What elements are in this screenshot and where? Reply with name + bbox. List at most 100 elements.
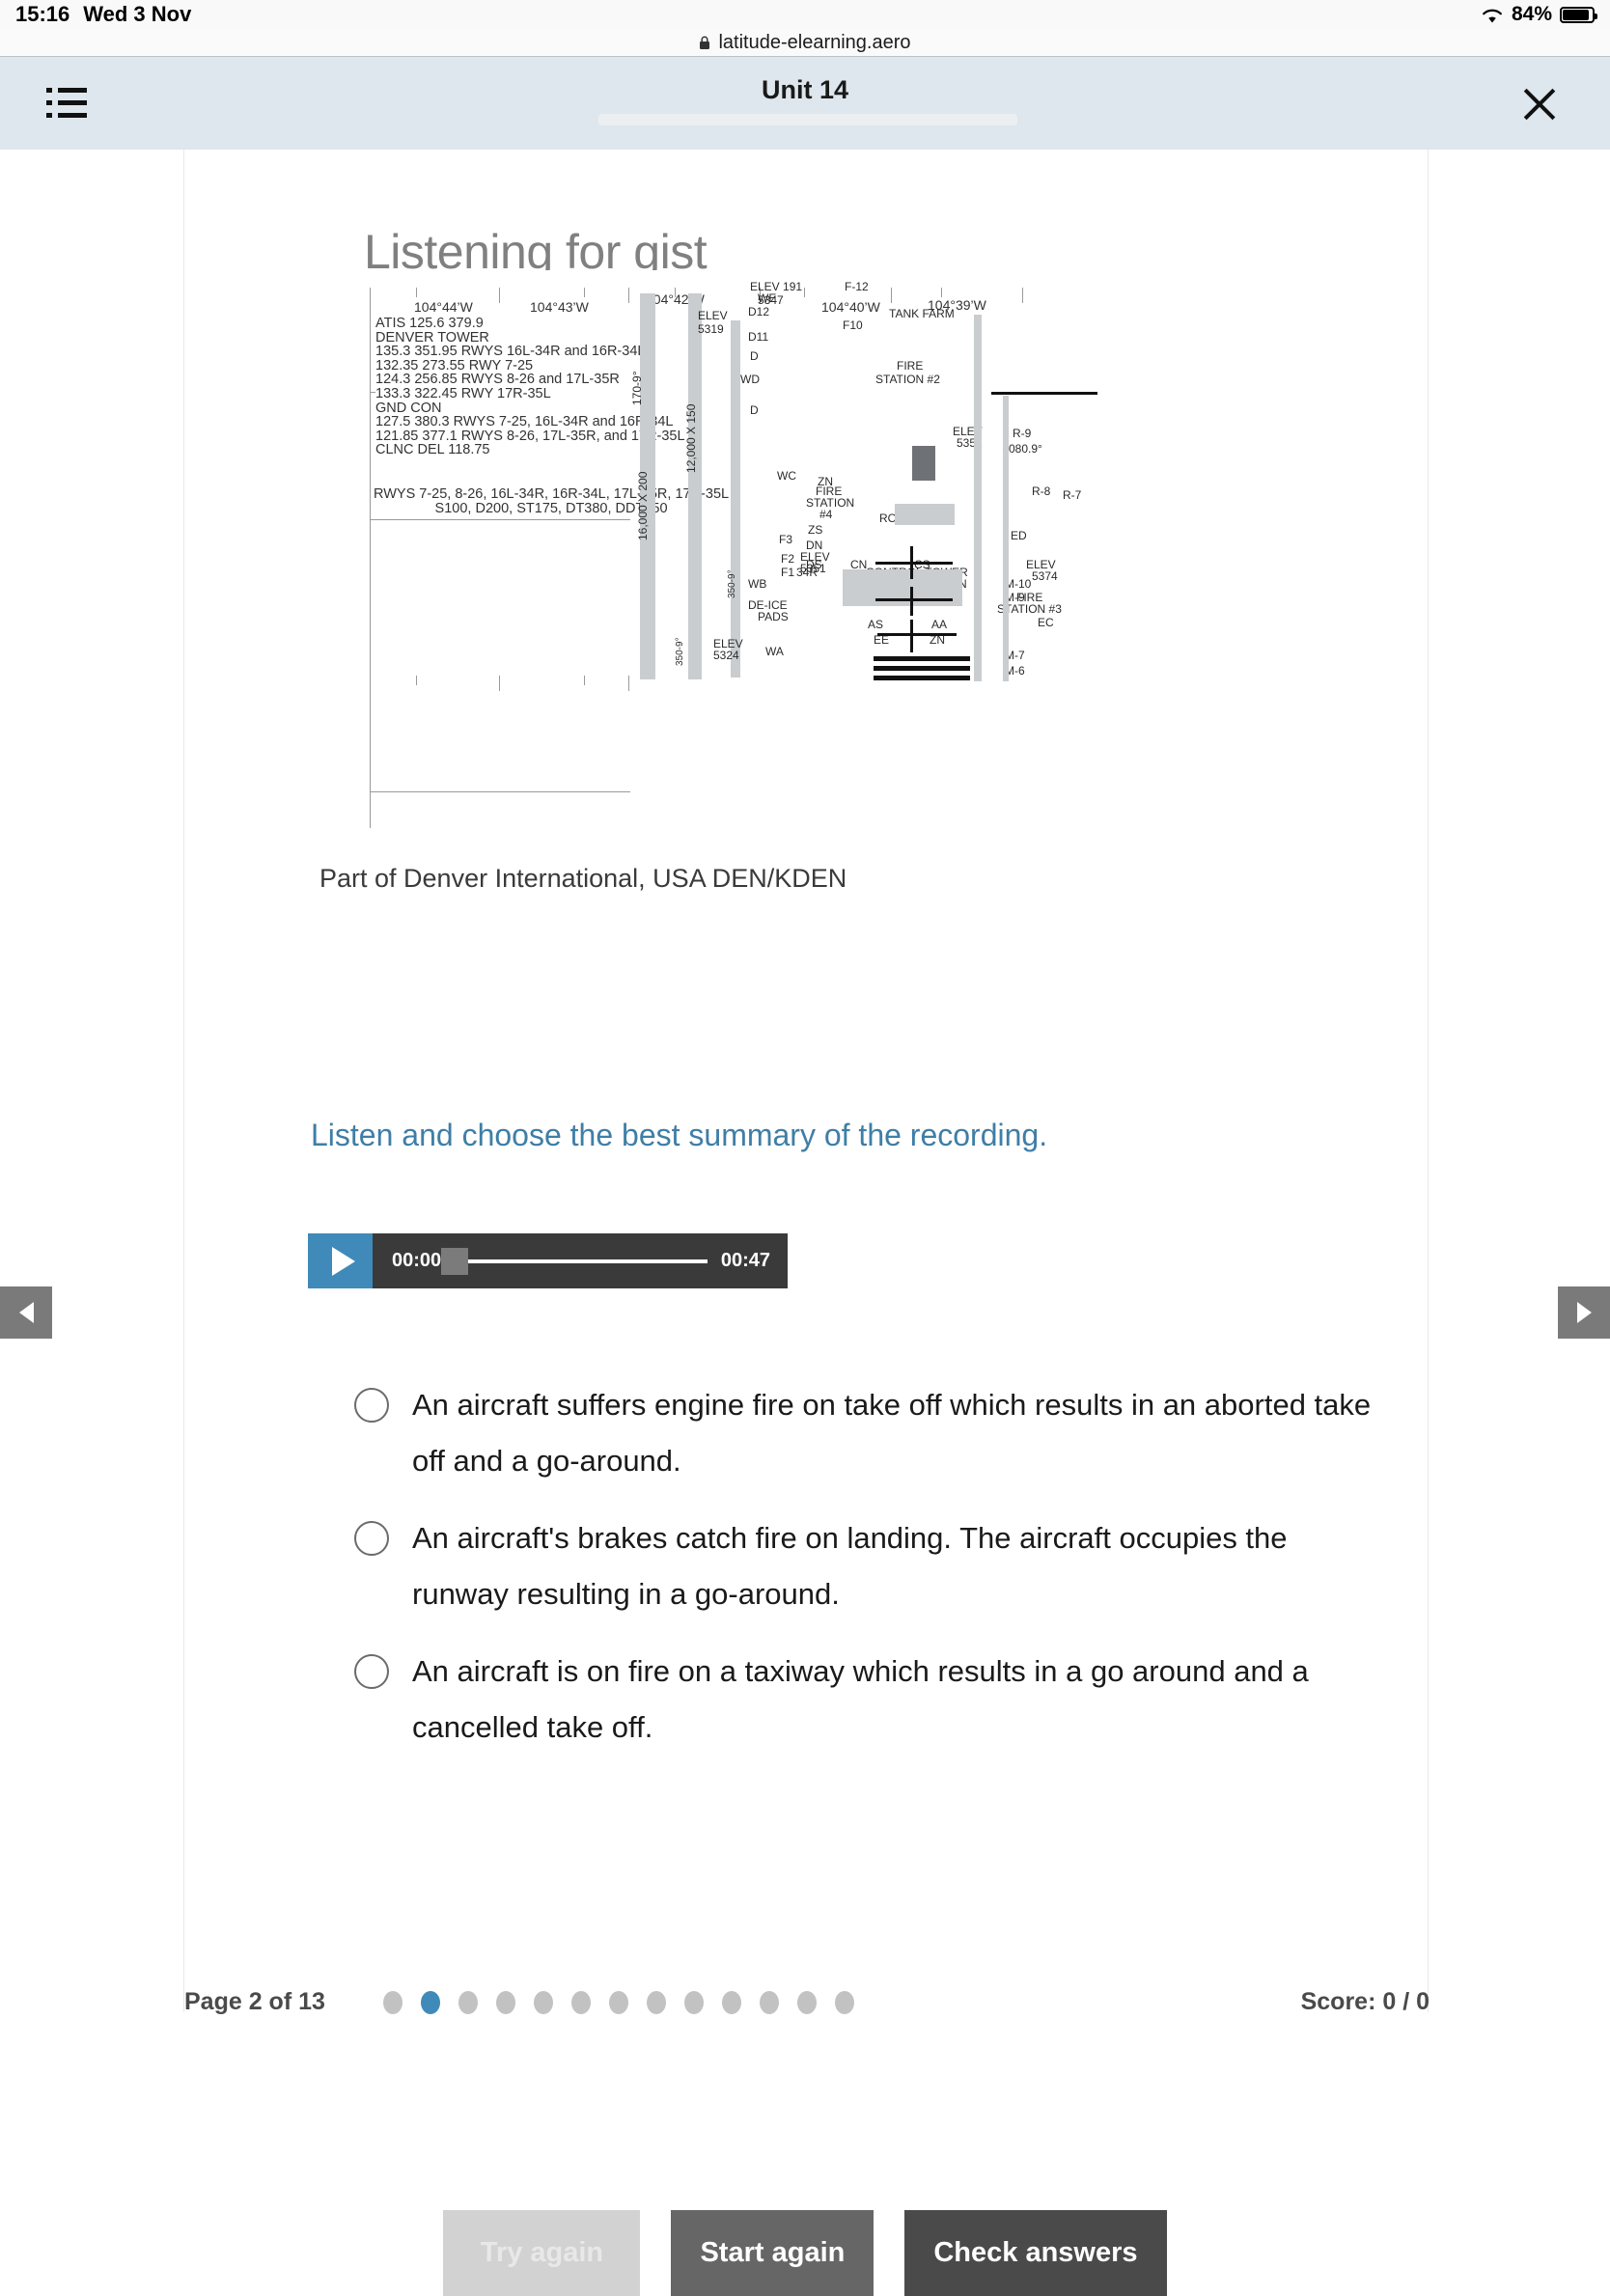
lesson-content-card: Listening for gist 104°44’W 104°43’W 104… [183,150,1430,2015]
taxiway-label: D12 [748,305,770,318]
diagram-label: R-7 [1063,488,1082,502]
page-dot[interactable] [533,1990,553,2014]
elevation-label: 5324 [713,649,739,662]
taxiway-label: WB [748,577,767,591]
question-prompt: Listen and choose the best summary of th… [311,1118,1048,1152]
taxiway-label: AS [868,618,884,631]
radio-button-option-1[interactable] [354,1388,389,1423]
diagram-label: M-10 [1005,577,1032,591]
unit-header: Unit 14 [0,57,1610,150]
try-again-button[interactable]: Try again [443,2210,641,2296]
lesson-body: Listening for gist 104°44’W 104°43’W 104… [0,150,1610,2296]
page-dot[interactable] [458,1990,478,2014]
ios-status-bar: 15:16 Wed 3 Nov 84% [0,0,1610,29]
play-icon [331,1246,355,1276]
audio-seek-handle[interactable] [441,1247,469,1275]
diagram-label: 080.9° [1009,442,1042,456]
start-again-button[interactable]: Start again [671,2210,874,2296]
diagram-label: ED [1011,529,1027,542]
page-dot[interactable] [646,1990,666,2014]
taxiway-label: WE [758,291,777,305]
page-dot[interactable] [796,1990,817,2014]
taxiway-label: DS [806,558,822,571]
unit-progress-bar [598,114,1017,125]
action-button-bar: Try again Start again Check answers [0,2210,1610,2296]
check-answers-button[interactable]: Check answers [904,2210,1167,2296]
page-dot-active[interactable] [420,1990,440,2014]
coord-label: 104°43’W [530,299,589,315]
diagram-label: R-9 [1013,427,1032,440]
diagram-label: PADS [758,610,789,623]
status-bar-left: 15:16 Wed 3 Nov [15,2,191,27]
answer-option[interactable]: An aircraft is on fire on a taxiway whic… [354,1644,1377,1756]
chevron-right-icon [1576,1302,1592,1323]
diagram-label: FIRE [897,359,924,373]
page-dot[interactable] [608,1990,628,2014]
diagram-label: 350-9° [675,637,685,666]
audio-current-time: 00:00 [392,1250,442,1271]
radio-button-option-2[interactable] [354,1521,389,1556]
wifi-icon [1481,6,1504,23]
page-dot[interactable] [721,1990,741,2014]
diagram-label: TANK FARM [889,307,955,320]
diagram-label: R-8 [1032,484,1051,498]
option-label: An aircraft is on fire on a taxiway whic… [412,1654,1309,1744]
battery-icon [1560,6,1597,23]
answer-option[interactable]: An aircraft suffers engine fire on take … [354,1377,1377,1489]
prev-page-button[interactable] [0,1286,52,1339]
browser-url-bar[interactable]: latitude-elearning.aero [0,29,1610,57]
diagram-label: EC [1038,616,1054,629]
chevron-left-icon [18,1302,34,1323]
audio-duration: 00:47 [720,1250,770,1271]
page-dot[interactable] [834,1990,854,2014]
page-dots [382,1990,854,2014]
close-icon[interactable] [1519,84,1560,124]
taxiway-label: D11 [748,330,769,344]
page-dot[interactable] [570,1990,591,2014]
diagram-label: 170-9° [630,371,644,406]
diagram-label: 16,000 X 200 [636,471,650,540]
audio-seek-bar[interactable] [441,1247,708,1275]
taxiway-label: ZS [808,523,823,537]
page-title: Unit 14 [761,75,849,104]
page-dot[interactable] [759,1990,779,2014]
coord-label: 104°44’W [414,299,473,315]
diagram-ink-layer: 16,000 X 200 12,000 X 150 170-9° 350-9° … [630,280,1097,685]
play-button[interactable] [308,1233,373,1288]
taxiway-label: ZN [818,475,833,488]
taxiway-label: F2 [781,552,795,566]
score-label: Score: 0 / 0 [1300,1988,1430,2015]
taxiway-label: F3 [779,533,793,546]
diagram-label: #4 [819,508,833,521]
option-label: An aircraft suffers engine fire on take … [412,1388,1372,1478]
diagram-label: STATION #2 [875,373,940,386]
elevation-label: ELEV [698,309,728,322]
page-indicator-label: Page 2 of 13 [184,1988,325,2015]
page-dot[interactable] [683,1990,704,2014]
taxiway-label: WC [777,469,796,483]
taxiway-label: D [750,349,759,363]
radio-button-option-3[interactable] [354,1654,389,1689]
taxiway-label: F10 [843,318,863,332]
diagram-label: F-12 [845,280,869,293]
url-text: latitude-elearning.aero [718,31,911,53]
taxiway-label: DN [806,539,823,552]
next-page-button[interactable] [1558,1286,1610,1339]
lock-icon [699,36,710,50]
elevation-label: 5374 [1032,569,1058,583]
diagram-label: 12,000 X 150 [684,403,698,473]
page-dot[interactable] [382,1990,402,2014]
answer-options: An aircraft suffers engine fire on take … [354,1377,1377,1777]
taxiway-label: WA [765,645,784,658]
status-date: Wed 3 Nov [83,2,192,26]
status-time: 15:16 [15,2,70,26]
taxiway-label: D [750,403,759,417]
status-bar-right: 84% [1481,0,1597,29]
answer-option[interactable]: An aircraft's brakes catch fire on landi… [354,1510,1377,1622]
elevation-label: 5319 [698,322,724,336]
taxiway-label: AA [931,618,948,631]
page-dot[interactable] [495,1990,515,2014]
audio-player[interactable]: 00:00 00:47 [308,1233,788,1288]
image-caption: Part of Denver International, USA DEN/KD… [319,864,847,893]
airport-diagram-image: 104°44’W 104°43’W 104°42’W 104°40’W 104°… [364,270,1213,844]
